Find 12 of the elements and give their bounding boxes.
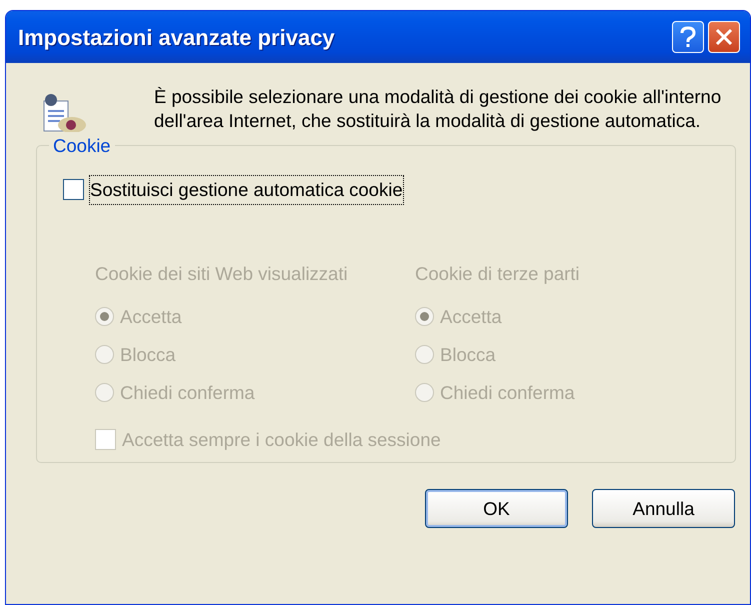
dialog-button[interactable]: OK [425,489,568,528]
description-text: È possibile selezionare una modalità di gestione dei cookie all'interno dell'area Internet, che sostituirà la modalità di gestione automatica. [154,85,722,133]
close-button[interactable] [708,21,740,53]
dialog-button[interactable]: Annulla [592,489,735,528]
checkbox-label[interactable]: Sostituisci gestione automatica cookie [90,176,403,204]
help-icon [679,26,697,48]
column-heading: Cookie di terze parti [415,262,581,286]
help-button[interactable] [672,21,704,53]
window-title: Impostazioni avanzate privacy [18,24,336,52]
close-icon [715,28,733,46]
checkbox[interactable] [63,179,84,200]
column-heading: Cookie dei siti Web visualizzati [95,262,349,286]
